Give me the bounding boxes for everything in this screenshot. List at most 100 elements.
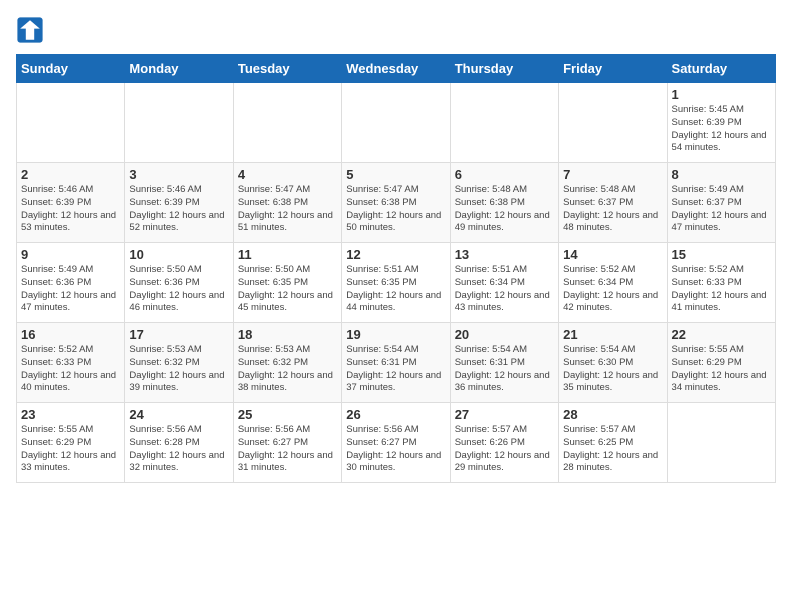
calendar-cell: 1Sunrise: 5:45 AM Sunset: 6:39 PM Daylig… bbox=[667, 83, 775, 163]
calendar-week-row: 2 Sunrise: 5:46 AM Sunset: 6:39 PM Daylig… bbox=[17, 163, 776, 243]
calendar-cell: 6 Sunrise: 5:48 AM Sunset: 6:38 PM Daylig… bbox=[450, 163, 558, 243]
day-info: Sunrise: 5:45 AM Sunset: 6:39 PM Dayligh… bbox=[672, 104, 771, 155]
calendar-cell bbox=[667, 403, 775, 483]
day-number: 20 bbox=[455, 327, 554, 342]
calendar-cell: 5 Sunrise: 5:47 AM Sunset: 6:38 PM Daylig… bbox=[342, 163, 450, 243]
calendar-cell: 7 Sunrise: 5:48 AM Sunset: 6:37 PM Daylig… bbox=[559, 163, 667, 243]
calendar-cell bbox=[559, 83, 667, 163]
day-info: Sunrise: 5:57 AM Sunset: 6:26 PM Dayligh… bbox=[455, 424, 554, 475]
day-number: 14 bbox=[563, 247, 662, 262]
day-info: Sunrise: 5:50 AM Sunset: 6:36 PM Dayligh… bbox=[129, 264, 228, 315]
calendar-table: SundayMondayTuesdayWednesdayThursdayFrid… bbox=[16, 54, 776, 483]
weekday-header: Thursday bbox=[450, 55, 558, 83]
day-number: 21 bbox=[563, 327, 662, 342]
calendar-cell: 28 Sunrise: 5:57 AM Sunset: 6:25 PM Dayli… bbox=[559, 403, 667, 483]
calendar-cell: 17 Sunrise: 5:53 AM Sunset: 6:32 PM Dayli… bbox=[125, 323, 233, 403]
day-info: Sunrise: 5:56 AM Sunset: 6:27 PM Dayligh… bbox=[238, 424, 337, 475]
calendar-cell bbox=[125, 83, 233, 163]
day-info: Sunrise: 5:48 AM Sunset: 6:38 PM Dayligh… bbox=[455, 184, 554, 235]
day-number: 4 bbox=[238, 167, 337, 182]
calendar-cell: 18 Sunrise: 5:53 AM Sunset: 6:32 PM Dayli… bbox=[233, 323, 341, 403]
calendar-week-row: 9 Sunrise: 5:49 AM Sunset: 6:36 PM Daylig… bbox=[17, 243, 776, 323]
calendar-cell: 13 Sunrise: 5:51 AM Sunset: 6:34 PM Dayli… bbox=[450, 243, 558, 323]
calendar-cell: 20 Sunrise: 5:54 AM Sunset: 6:31 PM Dayli… bbox=[450, 323, 558, 403]
day-info: Sunrise: 5:47 AM Sunset: 6:38 PM Dayligh… bbox=[238, 184, 337, 235]
calendar-cell bbox=[17, 83, 125, 163]
day-number: 8 bbox=[672, 167, 771, 182]
calendar-cell: 15 Sunrise: 5:52 AM Sunset: 6:33 PM Dayli… bbox=[667, 243, 775, 323]
day-info: Sunrise: 5:55 AM Sunset: 6:29 PM Dayligh… bbox=[21, 424, 120, 475]
calendar-cell: 14 Sunrise: 5:52 AM Sunset: 6:34 PM Dayli… bbox=[559, 243, 667, 323]
day-info: Sunrise: 5:54 AM Sunset: 6:30 PM Dayligh… bbox=[563, 344, 662, 395]
day-number: 17 bbox=[129, 327, 228, 342]
day-number: 23 bbox=[21, 407, 120, 422]
calendar-cell: 8 Sunrise: 5:49 AM Sunset: 6:37 PM Daylig… bbox=[667, 163, 775, 243]
weekday-header: Monday bbox=[125, 55, 233, 83]
calendar-cell: 21 Sunrise: 5:54 AM Sunset: 6:30 PM Dayli… bbox=[559, 323, 667, 403]
day-info: Sunrise: 5:52 AM Sunset: 6:34 PM Dayligh… bbox=[563, 264, 662, 315]
calendar-week-row: 16 Sunrise: 5:52 AM Sunset: 6:33 PM Dayli… bbox=[17, 323, 776, 403]
day-number: 15 bbox=[672, 247, 771, 262]
day-number: 26 bbox=[346, 407, 445, 422]
calendar-cell: 11 Sunrise: 5:50 AM Sunset: 6:35 PM Dayli… bbox=[233, 243, 341, 323]
day-number: 28 bbox=[563, 407, 662, 422]
day-number: 16 bbox=[21, 327, 120, 342]
weekday-header: Saturday bbox=[667, 55, 775, 83]
calendar-cell: 3 Sunrise: 5:46 AM Sunset: 6:39 PM Daylig… bbox=[125, 163, 233, 243]
day-number: 5 bbox=[346, 167, 445, 182]
day-number: 11 bbox=[238, 247, 337, 262]
logo bbox=[16, 16, 48, 44]
day-number: 7 bbox=[563, 167, 662, 182]
day-info: Sunrise: 5:46 AM Sunset: 6:39 PM Dayligh… bbox=[129, 184, 228, 235]
weekday-header: Sunday bbox=[17, 55, 125, 83]
calendar-cell bbox=[450, 83, 558, 163]
calendar-cell: 26 Sunrise: 5:56 AM Sunset: 6:27 PM Dayli… bbox=[342, 403, 450, 483]
calendar-header-row: SundayMondayTuesdayWednesdayThursdayFrid… bbox=[17, 55, 776, 83]
calendar-cell: 10Sunrise: 5:50 AM Sunset: 6:36 PM Dayli… bbox=[125, 243, 233, 323]
calendar-cell: 4 Sunrise: 5:47 AM Sunset: 6:38 PM Daylig… bbox=[233, 163, 341, 243]
day-number: 22 bbox=[672, 327, 771, 342]
day-info: Sunrise: 5:54 AM Sunset: 6:31 PM Dayligh… bbox=[455, 344, 554, 395]
calendar-cell bbox=[233, 83, 341, 163]
day-info: Sunrise: 5:56 AM Sunset: 6:28 PM Dayligh… bbox=[129, 424, 228, 475]
day-info: Sunrise: 5:46 AM Sunset: 6:39 PM Dayligh… bbox=[21, 184, 120, 235]
day-number: 2 bbox=[21, 167, 120, 182]
calendar-cell: 16 Sunrise: 5:52 AM Sunset: 6:33 PM Dayli… bbox=[17, 323, 125, 403]
calendar-cell: 22 Sunrise: 5:55 AM Sunset: 6:29 PM Dayli… bbox=[667, 323, 775, 403]
day-number: 12 bbox=[346, 247, 445, 262]
logo-icon bbox=[16, 16, 44, 44]
day-info: Sunrise: 5:55 AM Sunset: 6:29 PM Dayligh… bbox=[672, 344, 771, 395]
calendar-cell: 9 Sunrise: 5:49 AM Sunset: 6:36 PM Daylig… bbox=[17, 243, 125, 323]
day-info: Sunrise: 5:51 AM Sunset: 6:34 PM Dayligh… bbox=[455, 264, 554, 315]
day-info: Sunrise: 5:53 AM Sunset: 6:32 PM Dayligh… bbox=[238, 344, 337, 395]
day-info: Sunrise: 5:53 AM Sunset: 6:32 PM Dayligh… bbox=[129, 344, 228, 395]
page-header bbox=[16, 16, 776, 44]
day-info: Sunrise: 5:52 AM Sunset: 6:33 PM Dayligh… bbox=[672, 264, 771, 315]
day-number: 24 bbox=[129, 407, 228, 422]
day-info: Sunrise: 5:48 AM Sunset: 6:37 PM Dayligh… bbox=[563, 184, 662, 235]
calendar-week-row: 23 Sunrise: 5:55 AM Sunset: 6:29 PM Dayli… bbox=[17, 403, 776, 483]
day-info: Sunrise: 5:49 AM Sunset: 6:36 PM Dayligh… bbox=[21, 264, 120, 315]
day-info: Sunrise: 5:57 AM Sunset: 6:25 PM Dayligh… bbox=[563, 424, 662, 475]
day-number: 18 bbox=[238, 327, 337, 342]
calendar-cell bbox=[342, 83, 450, 163]
calendar-cell: 19 Sunrise: 5:54 AM Sunset: 6:31 PM Dayli… bbox=[342, 323, 450, 403]
day-number: 9 bbox=[21, 247, 120, 262]
calendar-cell: 24 Sunrise: 5:56 AM Sunset: 6:28 PM Dayli… bbox=[125, 403, 233, 483]
calendar-week-row: 1Sunrise: 5:45 AM Sunset: 6:39 PM Daylig… bbox=[17, 83, 776, 163]
day-number: 19 bbox=[346, 327, 445, 342]
day-info: Sunrise: 5:50 AM Sunset: 6:35 PM Dayligh… bbox=[238, 264, 337, 315]
day-number: 6 bbox=[455, 167, 554, 182]
day-info: Sunrise: 5:49 AM Sunset: 6:37 PM Dayligh… bbox=[672, 184, 771, 235]
calendar-cell: 25Sunrise: 5:56 AM Sunset: 6:27 PM Dayli… bbox=[233, 403, 341, 483]
day-info: Sunrise: 5:56 AM Sunset: 6:27 PM Dayligh… bbox=[346, 424, 445, 475]
calendar-cell: 27 Sunrise: 5:57 AM Sunset: 6:26 PM Dayli… bbox=[450, 403, 558, 483]
day-info: Sunrise: 5:51 AM Sunset: 6:35 PM Dayligh… bbox=[346, 264, 445, 315]
day-number: 13 bbox=[455, 247, 554, 262]
calendar-cell: 23 Sunrise: 5:55 AM Sunset: 6:29 PM Dayli… bbox=[17, 403, 125, 483]
day-info: Sunrise: 5:54 AM Sunset: 6:31 PM Dayligh… bbox=[346, 344, 445, 395]
day-info: Sunrise: 5:52 AM Sunset: 6:33 PM Dayligh… bbox=[21, 344, 120, 395]
day-number: 3 bbox=[129, 167, 228, 182]
day-info: Sunrise: 5:47 AM Sunset: 6:38 PM Dayligh… bbox=[346, 184, 445, 235]
day-number: 27 bbox=[455, 407, 554, 422]
